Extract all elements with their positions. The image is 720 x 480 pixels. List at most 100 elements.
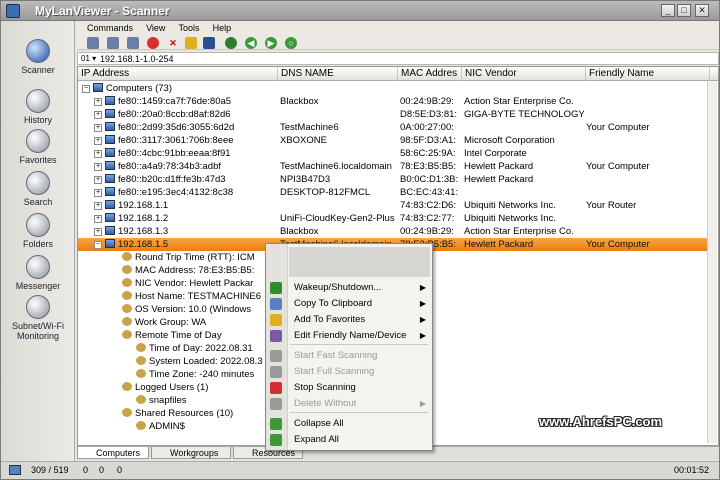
delete-icon[interactable]: ✕ [167,37,179,49]
table-row[interactable]: + fe80::b20c:d1ff:fe3b:47d3 NPI3B47D3 B0:0C… [78,173,708,186]
sidebar-item-favorites[interactable]: Favorites [1,129,75,165]
detail-text: Time of Day: 2022.08.31 [149,343,253,354]
menu-item-icon [270,366,282,378]
menu-item-copy-to-clipboard[interactable]: Copy To Clipboard ▶ [266,296,432,312]
table-row[interactable]: + fe80::e195:3ec4:4132:8c38 DESKTOP-812FMC… [78,186,708,199]
menu-item-label: Edit Friendly Name/Device [294,330,407,341]
table-row[interactable]: + fe80::3117:3061:706b:8eee XBOXONE 98:5F:D… [78,134,708,147]
table-row[interactable]: + fe80::1459:ca7f:76de:80a5 Blackbox 00:24:… [78,95,708,108]
stop-icon[interactable] [147,37,159,49]
forward-icon[interactable]: ▶ [265,37,277,49]
ip-text: 192.168.1.2 [118,213,169,224]
computer-icon [105,200,115,209]
menu-header [289,247,430,277]
cell-ip: − 192.168.1.5 [94,238,278,251]
computer-icon [105,226,115,235]
minimize-button[interactable]: _ [661,4,675,17]
save-icon[interactable] [203,37,215,49]
menu-tools[interactable]: Tools [179,21,200,36]
toolbar: ✕ ◀ ▶ ○ [77,35,719,50]
table-row[interactable]: + fe80::2d99:35d6:3055:6d2d TestMachine6 0A… [78,121,708,134]
maximize-button[interactable]: □ [677,4,691,17]
sidebar-item-history[interactable]: History [1,89,75,125]
menu-item-label: Stop Scanning [294,382,356,393]
menu-item-label: Copy To Clipboard [294,298,372,309]
scan-list-icon[interactable] [127,37,139,49]
scanner-icon [26,39,50,63]
expand-icon[interactable]: + [94,202,102,210]
expand-icon[interactable]: + [94,150,102,158]
menu-item-icon [270,398,282,410]
table-row[interactable]: − Computers (73) [78,82,708,95]
back-icon[interactable]: ◀ [245,37,257,49]
menu-item-expand-all[interactable]: Expand All [266,432,432,448]
menu-item-wakeup-shutdown[interactable]: Wakeup/Shutdown... ▶ [266,280,432,296]
collapse-icon[interactable]: − [82,85,90,93]
sidebar-item-scanner[interactable]: Scanner [1,39,75,75]
property-icon [122,291,132,300]
cell-ip: + fe80::a4a9:78:34b3:adbf [94,160,278,173]
menu-item-stop-scanning[interactable]: Stop Scanning [266,380,432,396]
tab-workgroups[interactable]: Workgroups [151,447,231,459]
table-row[interactable]: +192.168.1.1 74:83:C2:D6: Ubiquiti Network… [78,199,708,212]
table-row[interactable]: + fe80::20a0:8ccb:d8af:82d6 D8:5E:D3:81: GI… [78,108,708,121]
menu-help[interactable]: Help [213,21,232,36]
detail-text: snapfiles [149,395,187,406]
sidebar-item-messenger[interactable]: Messenger [1,255,75,291]
menu-separator [290,412,428,413]
property-icon [122,330,132,339]
expand-icon[interactable]: + [94,189,102,197]
menu-item-collapse-all[interactable]: Collapse All [266,416,432,432]
expand-icon[interactable]: + [94,215,102,223]
menu-item-edit-friendly-name-device[interactable]: Edit Friendly Name/Device ▶ [266,328,432,344]
open-folder-icon[interactable] [185,37,197,49]
expand-icon[interactable]: + [94,176,102,184]
close-button[interactable]: ✕ [695,4,709,17]
refresh-icon[interactable]: ○ [285,37,297,49]
col-friendly-name[interactable]: Friendly Name [586,67,710,81]
cell-dns: Blackbox [280,96,319,107]
expand-icon[interactable]: + [94,163,102,171]
sidebar-item-folders[interactable]: Folders [1,213,75,249]
menu-commands[interactable]: Commands [87,21,133,36]
tab-computers[interactable]: Computers [77,447,149,459]
table-row[interactable]: +192.168.1.3 Blackbox 00:24:9B:29: Action S… [78,225,708,238]
cell-mac: 78:E3:B5:B5: [400,161,456,172]
detail-text: NIC Vendor: Hewlett Packar [135,278,254,289]
table-row[interactable]: + fe80::a4a9:78:34b3:adbf TestMachine6.loc… [78,160,708,173]
range-input[interactable]: 192.168.1-1.0-254 [100,53,174,65]
cell-dns: UniFi-CloudKey-Gen2-Plus [280,213,395,224]
vertical-scrollbar[interactable] [707,81,717,443]
col-ip-address[interactable]: IP Address [78,67,278,81]
menu-item-add-to-favorites[interactable]: Add To Favorites ▶ [266,312,432,328]
menu-view[interactable]: View [146,21,165,36]
detail-text: Logged Users (1) [135,382,209,393]
col-mac-address[interactable]: MAC Addres [398,67,462,81]
search-icon[interactable] [225,37,237,49]
col-nic-vendor[interactable]: NIC Vendor [462,67,586,81]
menu-item-label: Collapse All [294,418,344,429]
cell-friendly: Your Computer [586,122,650,133]
expand-icon[interactable]: + [94,228,102,236]
menu-item-icon [270,282,282,294]
sidebar-item-subnet-wi-fi[interactable]: Subnet/Wi-Fi Monitoring [1,295,75,341]
sidebar-item-search[interactable]: Search [1,171,75,207]
cell-vendor: Intel Corporate [464,148,527,159]
expand-icon[interactable]: + [94,111,102,119]
col-dns-name[interactable]: DNS NAME [278,67,398,81]
expand-icon[interactable]: + [94,98,102,106]
scan-icon[interactable] [87,37,99,49]
expand-icon[interactable]: + [94,137,102,145]
ip-text: fe80::1459:ca7f:76de:80a5 [118,96,232,107]
cell-ip: + fe80::20a0:8ccb:d8af:82d6 [94,108,278,121]
detail-text: MAC Address: 78:E3:B5:B5: [135,265,255,276]
range-selector[interactable]: 01 ▾ [81,54,96,64]
expand-icon[interactable]: + [94,124,102,132]
property-icon [136,369,146,378]
table-row[interactable]: +192.168.1.2 UniFi-CloudKey-Gen2-Plus 74:8… [78,212,708,225]
detail-text: Work Group: WA [135,317,207,328]
cell-ip: + fe80::3117:3061:706b:8eee [94,134,278,147]
scan-full-icon[interactable] [107,37,119,49]
table-row[interactable]: + fe80::4cbc:91bb:eeaa:8f91 58:6C:25:9A: In… [78,147,708,160]
collapse-icon[interactable]: − [94,241,102,249]
